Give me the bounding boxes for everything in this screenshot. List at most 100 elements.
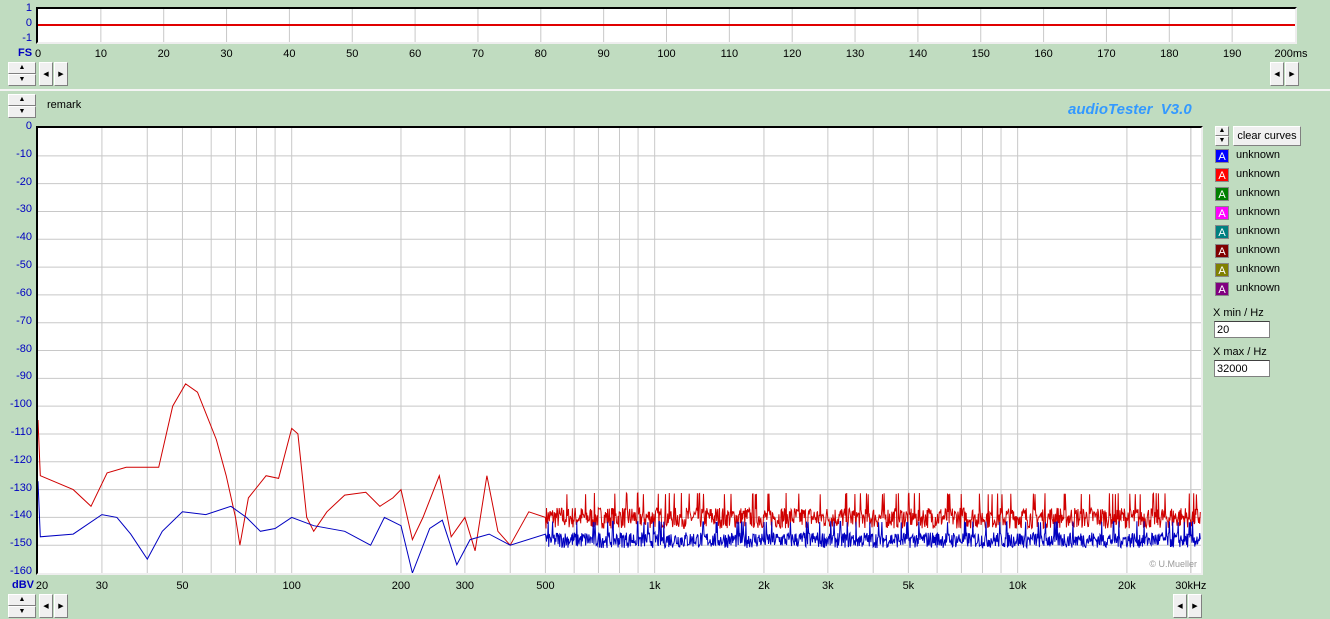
bottom-right-scroll-left-button[interactable]: ◀ bbox=[1173, 594, 1187, 618]
x-tick-label: 100 bbox=[282, 580, 301, 592]
y-tick-label: -90 bbox=[16, 370, 32, 383]
x-tick-label: 10 bbox=[94, 48, 107, 60]
x-tick-label: 500 bbox=[536, 580, 555, 592]
copyright-label: © U.Mueller bbox=[1149, 559, 1197, 569]
spectrum-plot: © U.Mueller bbox=[36, 126, 1203, 575]
x-tick-label: 20 bbox=[157, 48, 170, 60]
x-tick-label: 170 bbox=[1097, 48, 1116, 60]
bottom-scroll-left-button[interactable]: ◀ bbox=[39, 594, 53, 618]
curve-color-swatch[interactable]: A bbox=[1215, 225, 1229, 239]
remark-label: remark bbox=[47, 99, 82, 111]
top-right-scroll-right-button[interactable]: ▶ bbox=[1285, 62, 1299, 86]
curve-color-swatch[interactable]: A bbox=[1215, 168, 1229, 182]
clear-curves-button[interactable]: clear curves bbox=[1233, 126, 1301, 146]
app-title: audioTester V3.0 bbox=[1068, 101, 1192, 118]
x-tick-label: 50 bbox=[176, 580, 189, 592]
x-tick-label: 5k bbox=[902, 580, 915, 592]
top-scale-up-button[interactable]: ▲ bbox=[8, 62, 36, 74]
curve-label: unknown bbox=[1236, 168, 1281, 180]
main-scale-up-button[interactable]: ▲ bbox=[8, 94, 36, 106]
x-tick-label: 50 bbox=[346, 48, 359, 60]
xmax-label: X max / Hz bbox=[1213, 346, 1267, 358]
curve-label: unknown bbox=[1236, 263, 1281, 275]
x-tick-label: 2k bbox=[758, 580, 770, 592]
curve-label: unknown bbox=[1236, 244, 1281, 256]
curve-label: unknown bbox=[1236, 187, 1281, 199]
x-tick-label: 100 bbox=[657, 48, 676, 60]
x-tick-label: 0 bbox=[34, 48, 42, 60]
x-tick-label: 40 bbox=[283, 48, 296, 60]
y-tick-label: -130 bbox=[9, 481, 32, 494]
y-tick-label: -100 bbox=[9, 398, 32, 411]
x-tick-label: 180 bbox=[1160, 48, 1179, 60]
y-tick-label: -40 bbox=[16, 231, 32, 244]
top-scroll-left-button[interactable]: ◀ bbox=[39, 62, 53, 86]
x-tick-label: 70 bbox=[471, 48, 485, 60]
curve-label: unknown bbox=[1236, 149, 1281, 161]
curve-scroll-up-button[interactable]: ▲ bbox=[1215, 126, 1229, 136]
x-tick-label: 190 bbox=[1222, 48, 1242, 60]
top-right-scroll-left-button[interactable]: ◀ bbox=[1270, 62, 1284, 86]
curve-color-swatch[interactable]: A bbox=[1215, 149, 1229, 163]
y-tick-label: 0 bbox=[25, 17, 32, 29]
divider[interactable] bbox=[0, 89, 1330, 91]
curve-label: unknown bbox=[1236, 206, 1281, 218]
x-tick-label: 20 bbox=[35, 580, 49, 592]
y-tick-label: 0 bbox=[25, 120, 32, 132]
y-tick-label: -160 bbox=[9, 565, 32, 577]
x-tick-label: 10k bbox=[1008, 580, 1027, 592]
x-tick-label: 130 bbox=[845, 48, 865, 60]
x-tick-label: 110 bbox=[720, 48, 739, 60]
y-tick-label: 1 bbox=[25, 2, 32, 14]
x-tick-label: 30 bbox=[95, 580, 109, 592]
x-tick-label: 3k bbox=[822, 580, 834, 592]
top-scroll-right-button[interactable]: ▶ bbox=[54, 62, 68, 86]
x-tick-label: 30kHz bbox=[1175, 580, 1207, 592]
x-tick-label: 140 bbox=[908, 48, 928, 60]
x-tick-label: 120 bbox=[783, 48, 802, 60]
main-unit-label: dBV bbox=[12, 579, 34, 591]
top-scale-down-button[interactable]: ▼ bbox=[8, 74, 36, 86]
y-tick-label: -150 bbox=[9, 537, 32, 550]
y-tick-label: -50 bbox=[16, 259, 32, 272]
y-tick-label: -30 bbox=[16, 203, 32, 216]
y-tick-label: -80 bbox=[16, 342, 32, 355]
x-tick-label: 80 bbox=[534, 48, 547, 60]
curve-color-swatch[interactable]: A bbox=[1215, 206, 1229, 220]
x-tick-label: 30 bbox=[220, 48, 233, 60]
time-plot bbox=[36, 7, 1297, 44]
xmin-label: X min / Hz bbox=[1213, 307, 1264, 319]
y-tick-label: -120 bbox=[9, 453, 32, 466]
curve-label: unknown bbox=[1236, 282, 1281, 294]
bottom-scale-up-button[interactable]: ▲ bbox=[8, 594, 36, 606]
curve-color-swatch[interactable]: A bbox=[1215, 282, 1229, 296]
curve-scroll-down-button[interactable]: ▼ bbox=[1215, 136, 1229, 146]
x-tick-label: 90 bbox=[597, 48, 610, 60]
y-tick-label: -20 bbox=[16, 175, 32, 188]
y-tick-label: -10 bbox=[16, 147, 32, 160]
y-tick-label: -1 bbox=[22, 32, 32, 44]
x-tick-label: 200ms bbox=[1274, 48, 1308, 60]
curve-color-swatch[interactable]: A bbox=[1215, 263, 1229, 277]
curve-color-swatch[interactable]: A bbox=[1215, 187, 1229, 201]
bottom-scale-down-button[interactable]: ▼ bbox=[8, 606, 36, 618]
x-tick-label: 300 bbox=[455, 580, 475, 592]
y-tick-label: -60 bbox=[16, 286, 32, 299]
xmax-input[interactable] bbox=[1214, 360, 1270, 377]
x-tick-label: 160 bbox=[1034, 48, 1053, 60]
curve-color-swatch[interactable]: A bbox=[1215, 244, 1229, 258]
y-tick-label: -140 bbox=[9, 509, 32, 522]
x-tick-label: 20k bbox=[1118, 580, 1136, 592]
main-scale-down-button[interactable]: ▼ bbox=[8, 106, 36, 118]
x-tick-label: 1k bbox=[648, 580, 661, 592]
curve-label: unknown bbox=[1236, 225, 1281, 237]
y-tick-label: -70 bbox=[16, 314, 32, 327]
x-tick-label: 200 bbox=[391, 580, 411, 592]
y-tick-label: -110 bbox=[10, 425, 32, 438]
bottom-scroll-right-button[interactable]: ▶ bbox=[54, 594, 68, 618]
xmin-input[interactable] bbox=[1214, 321, 1270, 338]
x-tick-label: 150 bbox=[971, 48, 990, 60]
top-unit-label: FS bbox=[18, 47, 33, 59]
x-tick-label: 60 bbox=[408, 48, 422, 60]
bottom-right-scroll-right-button[interactable]: ▶ bbox=[1188, 594, 1202, 618]
